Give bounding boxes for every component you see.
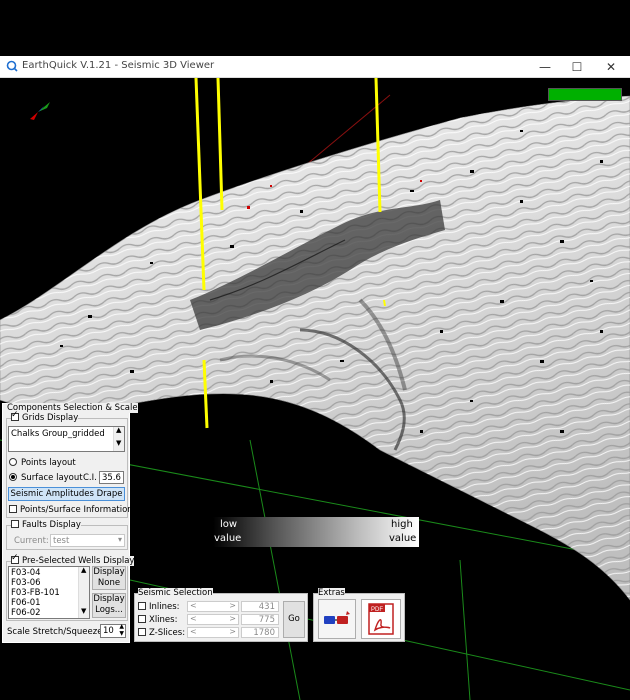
- components-title: Components Selection & Scale: [7, 403, 138, 413]
- points-layout-radio[interactable]: [9, 458, 17, 466]
- display-logs-label: Display Logs...: [93, 594, 125, 615]
- faults-display-label: Faults Display: [22, 520, 81, 530]
- scale-input[interactable]: 10 ▲ ▼: [100, 623, 126, 638]
- slider-right-icon[interactable]: >: [229, 614, 236, 623]
- points-layout-label: Points layout: [21, 458, 76, 468]
- screenshot-button[interactable]: [318, 599, 356, 639]
- render-progress-bar: [548, 88, 622, 101]
- surface-layout-option[interactable]: Surface layout: [9, 473, 83, 483]
- scroll-up-icon[interactable]: ▲: [81, 566, 86, 574]
- zslices-toggle[interactable]: Z-Slices:: [138, 628, 185, 638]
- app-logo-icon: [6, 60, 18, 72]
- faults-current-label: Current:: [14, 536, 49, 546]
- zslices-label: Z-Slices:: [149, 628, 186, 638]
- display-logs-button[interactable]: Display Logs...: [92, 593, 126, 618]
- orientation-axes-icon[interactable]: [30, 102, 50, 120]
- slider-right-icon[interactable]: >: [229, 601, 236, 610]
- xlines-value: 775: [258, 615, 275, 625]
- extras-title: Extras: [318, 588, 345, 598]
- wells-list[interactable]: F03-04 F03-06 F03-FB-101 F06-01 F06-02 ▲ ▼: [8, 566, 90, 619]
- points-layout-option[interactable]: Points layout: [9, 458, 76, 468]
- well-list-item[interactable]: F03-06: [11, 578, 41, 588]
- slider-left-icon[interactable]: <: [190, 614, 197, 623]
- grids-display-checkbox[interactable]: [11, 410, 19, 421]
- spinner-up-icon[interactable]: ▲: [119, 623, 124, 630]
- well-list-item[interactable]: F03-FB-101: [11, 588, 60, 598]
- zslices-value: 1780: [253, 628, 275, 638]
- pdf-export-button[interactable]: PDF: [361, 599, 401, 639]
- scroll-down-icon[interactable]: ▼: [116, 439, 121, 447]
- zslices-value-field[interactable]: 1780: [241, 627, 279, 638]
- xlines-value-field[interactable]: 775: [241, 614, 279, 625]
- spinner-down-icon[interactable]: ▼: [119, 630, 124, 637]
- legend-low-label: low: [220, 519, 238, 530]
- chevron-down-icon[interactable]: ▾: [118, 535, 122, 544]
- screenshot-icon: [324, 611, 350, 624]
- scroll-up-icon[interactable]: ▲: [116, 426, 121, 434]
- grid-list-item[interactable]: Chalks Group_gridded: [11, 429, 105, 439]
- wells-list-scrollbar[interactable]: ▲ ▼: [78, 566, 89, 618]
- points-surface-info-checkbox[interactable]: [9, 505, 17, 513]
- ci-label: C.I.: [83, 473, 97, 483]
- scale-label: Scale Stretch/Squeeze:: [7, 627, 106, 637]
- close-button[interactable]: ✕: [598, 58, 624, 76]
- faults-current-select[interactable]: test ▾: [50, 534, 125, 547]
- legend-high-sub: value: [389, 533, 417, 544]
- go-button[interactable]: Go: [283, 601, 305, 638]
- grids-display-toggle[interactable]: Grids Display: [11, 410, 79, 423]
- grids-display-label: Grids Display: [22, 413, 79, 423]
- inlines-toggle[interactable]: Inlines:: [138, 602, 180, 612]
- ci-value: 35.6: [102, 473, 121, 483]
- slider-left-icon[interactable]: <: [190, 601, 197, 610]
- xlines-label: Xlines:: [149, 615, 178, 625]
- points-surface-info-label: Points/Surface Information: [20, 505, 133, 515]
- window-title: EarthQuick V.1.21 - Seismic 3D Viewer: [22, 60, 215, 71]
- legend-low-sub: value: [214, 533, 242, 544]
- well-list-item[interactable]: F06-02: [11, 608, 41, 618]
- faults-display-checkbox[interactable]: [11, 520, 19, 528]
- slider-left-icon[interactable]: <: [190, 627, 197, 636]
- xlines-toggle[interactable]: Xlines:: [138, 615, 177, 625]
- faults-current-value: test: [53, 536, 70, 546]
- render-progress-fill: [549, 89, 621, 100]
- xlines-checkbox[interactable]: [138, 615, 146, 623]
- zslices-checkbox[interactable]: [138, 628, 146, 636]
- scale-value: 10: [103, 626, 114, 636]
- grid-list-scrollbar[interactable]: ▲ ▼: [113, 426, 124, 451]
- slider-right-icon[interactable]: >: [229, 627, 236, 636]
- minimize-button[interactable]: —: [532, 58, 558, 76]
- grid-list[interactable]: Chalks Group_gridded ▲ ▼: [8, 426, 125, 452]
- wells-display-checkbox[interactable]: [11, 553, 19, 564]
- maximize-button[interactable]: ☐: [564, 58, 590, 76]
- points-surface-info-toggle[interactable]: Points/Surface Information: [9, 505, 133, 515]
- inlines-checkbox[interactable]: [138, 602, 146, 610]
- ci-input[interactable]: 35.6: [99, 471, 124, 484]
- inlines-slider[interactable]: < >: [187, 601, 239, 612]
- scroll-down-icon[interactable]: ▼: [81, 607, 86, 615]
- seismic-drape-button[interactable]: Seismic Amplitudes Drape: [8, 487, 125, 501]
- xlines-slider[interactable]: < >: [187, 614, 239, 625]
- surface-layout-label: Surface layout: [21, 473, 83, 483]
- inlines-value-field[interactable]: 431: [241, 601, 279, 612]
- inlines-value: 431: [258, 602, 275, 612]
- well-list-item[interactable]: F03-04: [11, 568, 41, 578]
- wells-display-toggle[interactable]: Pre-Selected Wells Display: [11, 553, 135, 566]
- well-list-item[interactable]: F06-01: [11, 598, 41, 608]
- wells-display-label: Pre-Selected Wells Display: [22, 556, 135, 566]
- pdf-export-icon: PDF: [368, 603, 394, 635]
- seismic-selection-title: Seismic Selection: [138, 588, 213, 598]
- svg-text:PDF: PDF: [371, 607, 383, 613]
- well-trajectory[interactable]: [216, 78, 224, 211]
- display-none-label: Display None: [93, 567, 125, 588]
- surface-layout-radio[interactable]: [9, 473, 17, 481]
- faults-display-toggle[interactable]: Faults Display: [11, 520, 81, 530]
- zslices-slider[interactable]: < >: [187, 627, 239, 638]
- legend-high-label: high: [391, 519, 413, 530]
- display-none-button[interactable]: Display None: [92, 566, 126, 590]
- title-bar: EarthQuick V.1.21 - Seismic 3D Viewer — …: [0, 56, 630, 78]
- inlines-label: Inlines:: [149, 602, 180, 612]
